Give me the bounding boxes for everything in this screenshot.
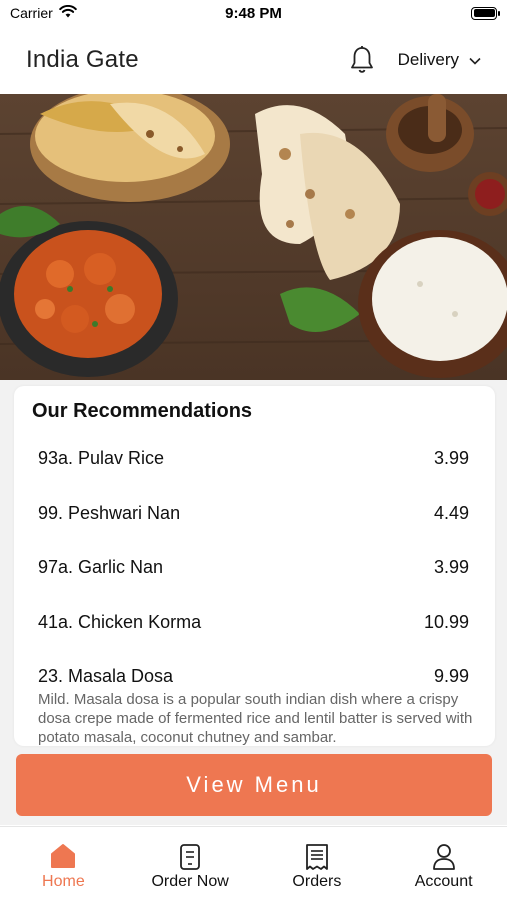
tab-home[interactable]: Home <box>0 827 127 900</box>
app-header: India Gate Delivery <box>0 26 507 94</box>
delivery-selector[interactable]: Delivery <box>398 50 481 70</box>
bell-icon[interactable] <box>348 45 376 75</box>
tab-label: Orders <box>292 873 342 890</box>
chevron-down-icon <box>469 50 481 70</box>
tab-label: Account <box>414 873 473 890</box>
item-name: 23. Masala Dosa <box>38 666 174 686</box>
delivery-label: Delivery <box>397 50 459 69</box>
tab-order-now[interactable]: Order Now <box>127 827 254 900</box>
recommendations-list: 93a. Pulav Rice 3.99 99. Peshwari Nan 4.… <box>14 434 495 746</box>
item-name: 99. Peshwari Nan <box>38 502 181 523</box>
item-name: 97a. Garlic Nan <box>38 557 164 577</box>
menu-card-icon <box>179 843 201 873</box>
list-item[interactable]: 41a. Chicken Korma 10.99 <box>14 598 495 653</box>
tab-label: Order Now <box>151 873 229 890</box>
item-price: 4.49 <box>433 502 469 523</box>
item-price: 3.99 <box>433 557 469 577</box>
status-bar: Carrier 9:48 PM <box>0 0 507 26</box>
list-item[interactable]: 99. Peshwari Nan 4.49 <box>14 489 495 544</box>
tab-account[interactable]: Account <box>380 827 507 900</box>
list-item[interactable]: 97a. Garlic Nan 3.99 <box>14 543 495 598</box>
item-description: Mild. Masala dosa is a popular south ind… <box>38 691 473 746</box>
tab-label: Home <box>42 873 85 890</box>
home-icon <box>50 843 76 873</box>
recommendations-title: Our Recommendations <box>32 400 253 422</box>
item-price: 10.99 <box>423 611 469 632</box>
view-menu-button[interactable]: View Menu <box>16 754 492 816</box>
tab-orders[interactable]: Orders <box>254 827 381 900</box>
recommendations-card: Our Recommendations 93a. Pulav Rice 3.99… <box>14 386 495 746</box>
battery-icon <box>471 6 500 20</box>
item-name: 41a. Chicken Korma <box>38 611 202 632</box>
receipt-icon <box>305 843 329 873</box>
app-title: India Gate <box>26 46 139 73</box>
status-left: Carrier <box>10 5 77 21</box>
item-name: 93a. Pulav Rice <box>38 448 165 468</box>
bottom-tab-bar: Home Order Now Orders Account <box>0 826 507 900</box>
item-price: 9.99 <box>433 666 469 686</box>
carrier-label: Carrier <box>10 5 53 21</box>
item-price: 3.99 <box>433 448 469 468</box>
user-icon <box>431 843 457 873</box>
hero-food-image <box>0 94 507 380</box>
wifi-icon <box>58 5 77 21</box>
list-item[interactable]: 93a. Pulav Rice 3.99 <box>14 434 495 489</box>
list-item[interactable]: 23. Masala Dosa 9.99 Mild. Masala dosa i… <box>14 652 495 746</box>
